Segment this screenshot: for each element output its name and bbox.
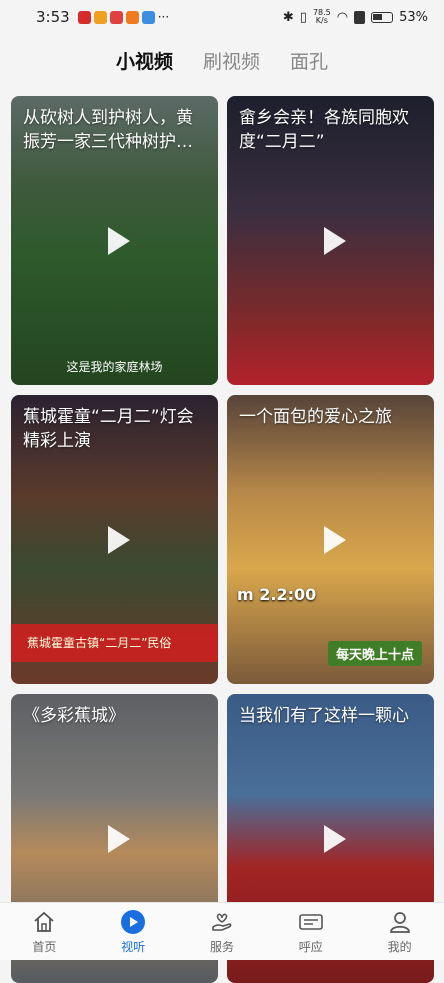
network-speed-unit: K/s xyxy=(316,16,328,25)
nav-label: 我的 xyxy=(388,938,412,955)
nav-video[interactable]: 视听 xyxy=(89,903,178,960)
video-caption: 这是我的家庭林场 xyxy=(11,358,218,375)
video-title: 从砍树人到护树人，黄振芳一家三代种树护… xyxy=(23,106,208,154)
video-grid: 从砍树人到护树人，黄振芳一家三代种树护… 这是我的家庭林场 畲乡会亲！各族同胞欢… xyxy=(11,96,435,983)
nav-service[interactable]: 服务 xyxy=(178,903,267,960)
video-title: 当我们有了这样一颗心 xyxy=(239,704,424,728)
nav-respond[interactable]: 呼应 xyxy=(266,903,355,960)
video-title: 蕉城霍童“二月二”灯会精彩上演 xyxy=(23,405,208,453)
tab-short-video[interactable]: 小视频 xyxy=(116,47,173,74)
video-play-icon xyxy=(120,909,146,935)
status-bar: 3:53 ··· ✱ ▯ 78.5K/s ◠ 53% xyxy=(0,0,444,34)
video-card[interactable]: 一个面包的爱心之旅 m 2.2:00 每天晚上十点 xyxy=(227,395,434,684)
app-notification-icon xyxy=(78,11,91,24)
cloud-notification-icon xyxy=(142,11,155,24)
sim-alert-icon xyxy=(354,11,365,24)
nav-mine[interactable]: 我的 xyxy=(355,903,444,960)
more-notifications-icon: ··· xyxy=(158,10,169,24)
video-title: 一个面包的爱心之旅 xyxy=(239,405,424,429)
video-time-text: m 2.2:00 xyxy=(237,585,316,604)
home-icon xyxy=(31,909,57,935)
nav-label: 首页 xyxy=(32,938,56,955)
nav-label: 呼应 xyxy=(299,938,323,955)
network-speed: 78.5K/s xyxy=(313,9,331,25)
top-tabs: 小视频 刷视频 面孔 xyxy=(0,40,444,80)
video-card[interactable]: 畲乡会亲！各族同胞欢度“二月二” xyxy=(227,96,434,385)
respond-icon xyxy=(298,909,324,935)
battery-icon xyxy=(371,12,393,23)
battery-percent: 53% xyxy=(399,10,428,25)
nav-home[interactable]: 首页 xyxy=(0,903,89,960)
nav-label: 服务 xyxy=(210,938,234,955)
notification-icons: ··· xyxy=(78,10,169,24)
video-overlay-banner: 蕉城霍童古镇“二月二”民俗 xyxy=(11,624,218,662)
video-card[interactable]: 从砍树人到护树人，黄振芳一家三代种树护… 这是我的家庭林场 xyxy=(11,96,218,385)
app-notification-icon xyxy=(126,11,139,24)
tab-browse-video[interactable]: 刷视频 xyxy=(203,47,260,74)
video-title: 《多彩蕉城》 xyxy=(23,704,208,728)
app-notification-icon xyxy=(110,11,123,24)
bottom-nav: 首页 视听 服务 呼应 我的 xyxy=(0,902,444,960)
tab-faces[interactable]: 面孔 xyxy=(290,47,328,74)
status-time: 3:53 xyxy=(36,8,70,26)
video-card[interactable]: 蕉城霍童“二月二”灯会精彩上演 蕉城霍童古镇“二月二”民俗 xyxy=(11,395,218,684)
user-icon xyxy=(387,909,413,935)
weibo-notification-icon xyxy=(94,11,107,24)
play-icon xyxy=(108,227,130,255)
bluetooth-icon: ✱ xyxy=(283,10,294,25)
nav-label: 视听 xyxy=(121,938,145,955)
status-right: ✱ ▯ 78.5K/s ◠ 53% xyxy=(283,9,428,25)
wifi-icon: ◠ xyxy=(337,10,348,25)
vibrate-icon: ▯ xyxy=(300,10,307,25)
play-icon xyxy=(324,227,346,255)
service-hand-icon xyxy=(209,909,235,935)
play-icon xyxy=(324,526,346,554)
video-badge: 每天晚上十点 xyxy=(328,641,422,666)
video-title: 畲乡会亲！各族同胞欢度“二月二” xyxy=(239,106,424,154)
play-icon xyxy=(108,526,130,554)
play-icon xyxy=(108,825,130,853)
play-icon xyxy=(324,825,346,853)
